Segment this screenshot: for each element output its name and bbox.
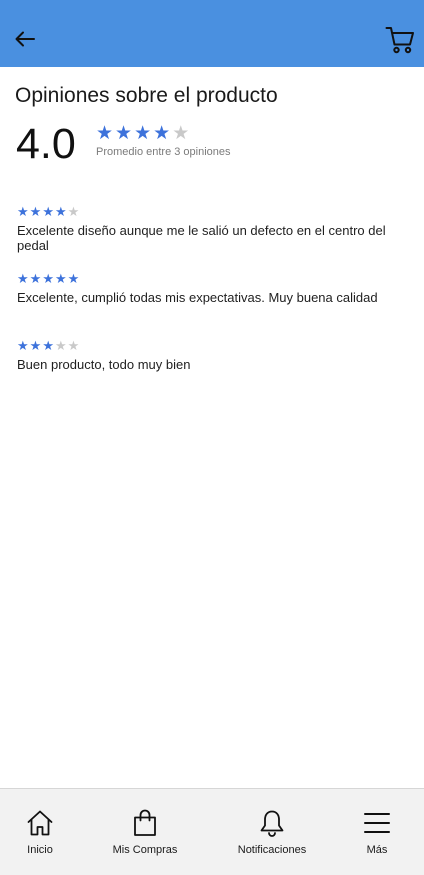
average-caption: Promedio entre 3 opiniones: [96, 146, 231, 158]
nav-label: Más: [366, 844, 388, 856]
review-text: Buen producto, todo muy bien: [17, 357, 191, 372]
cart-icon: [385, 27, 414, 54]
cart-button[interactable]: [384, 25, 416, 55]
review-item: ★ ★ ★ ★ ★ Buen producto, todo muy bien: [17, 339, 409, 372]
menu-icon: [364, 813, 390, 833]
review-item: ★ ★ ★ ★ ★ Excelente diseño aunque me le sali…: [17, 205, 409, 253]
star-filled-icon: ★: [17, 271, 29, 286]
nav-item-mis-compras[interactable]: Mis Compras: [106, 809, 184, 856]
nav-item-mas[interactable]: Más: [362, 809, 392, 856]
star-empty-icon: ★: [54, 338, 67, 353]
star-empty-icon: ★: [172, 123, 190, 144]
star-filled-icon: ★: [54, 271, 67, 286]
average-score: 4.0: [16, 120, 76, 168]
page-title: Opiniones sobre el producto: [15, 84, 278, 107]
arrow-left-icon: [15, 31, 35, 47]
review-text: Excelente, cumplió todas mis expectativa…: [17, 290, 378, 305]
review-text: Excelente diseño aunque me le salió un d…: [17, 223, 386, 253]
review-rating-stars: ★ ★ ★ ★ ★: [17, 339, 409, 353]
star-filled-icon: ★: [29, 338, 42, 353]
bottom-navigation: Inicio Mis Compras Notificaciones Más: [0, 788, 424, 875]
star-filled-icon: ★: [17, 204, 29, 219]
star-empty-icon: ★: [67, 338, 80, 353]
star-filled-icon: ★: [96, 123, 114, 144]
star-empty-icon: ★: [67, 204, 80, 219]
star-filled-icon: ★: [42, 271, 54, 286]
nav-item-notificaciones[interactable]: Notificaciones: [232, 809, 312, 856]
star-filled-icon: ★: [42, 338, 54, 353]
star-filled-icon: ★: [42, 204, 54, 219]
bell-icon: [260, 810, 284, 837]
star-filled-icon: ★: [153, 123, 171, 144]
review-rating-stars: ★ ★ ★ ★ ★: [17, 272, 409, 286]
star-filled-icon: ★: [67, 271, 80, 286]
back-button[interactable]: [12, 26, 38, 52]
nav-item-inicio[interactable]: Inicio: [22, 809, 58, 856]
nav-label: Notificaciones: [237, 844, 307, 856]
review-item: ★ ★ ★ ★ ★ Excelente, cumplió todas mis expec…: [17, 272, 409, 305]
star-filled-icon: ★: [115, 123, 133, 144]
star-filled-icon: ★: [29, 204, 42, 219]
app-bar: [0, 0, 424, 67]
nav-label: Mis Compras: [112, 844, 178, 856]
average-rating-stars: ★ ★ ★ ★ ★: [96, 124, 189, 146]
star-filled-icon: ★: [17, 338, 29, 353]
shopping-bag-icon: [134, 809, 156, 836]
star-filled-icon: ★: [29, 271, 42, 286]
star-filled-icon: ★: [134, 123, 152, 144]
home-icon: [27, 810, 53, 836]
nav-label: Inicio: [27, 844, 53, 856]
review-rating-stars: ★ ★ ★ ★ ★: [17, 205, 409, 219]
star-filled-icon: ★: [54, 204, 67, 219]
